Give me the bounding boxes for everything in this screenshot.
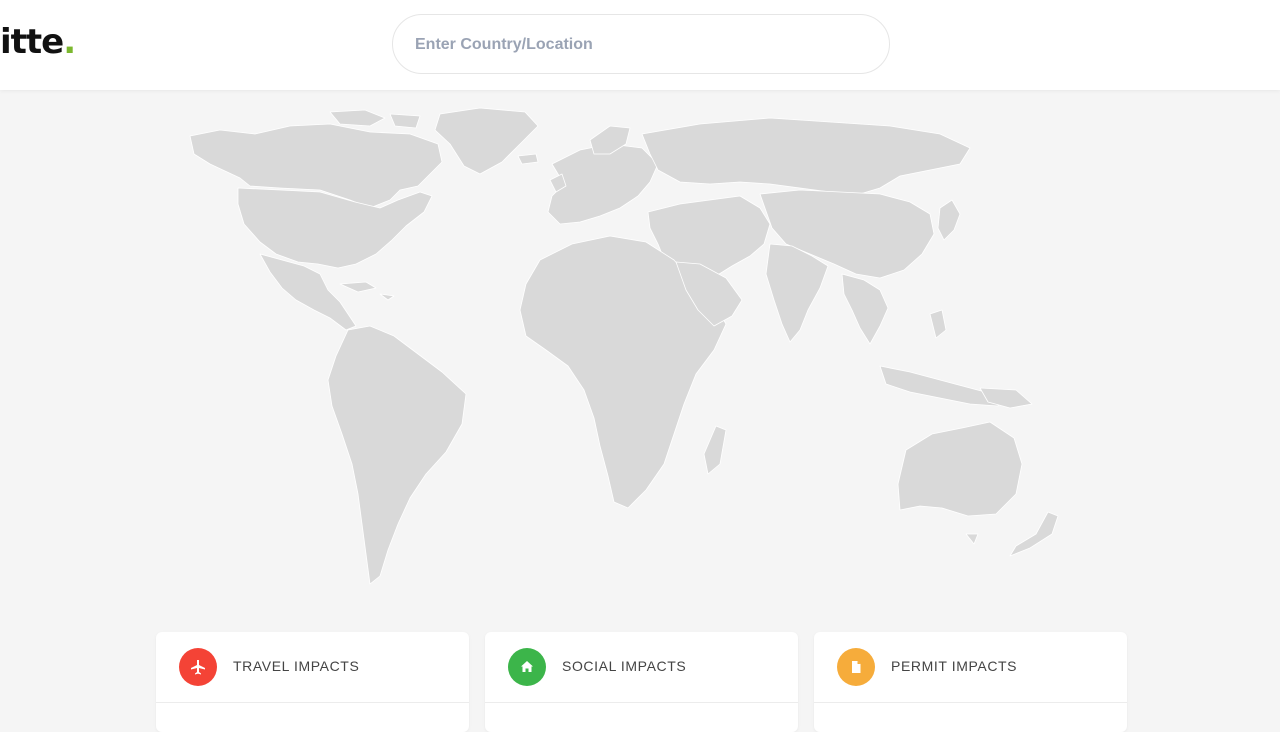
- travel-impacts-card[interactable]: TRAVEL IMPACTS: [156, 632, 469, 732]
- map-region-south-america: [327, 325, 467, 585]
- impact-cards: TRAVEL IMPACTS SOCIAL IMPACTS PERMIT IMP…: [0, 632, 1280, 732]
- permit-impacts-card[interactable]: PERMIT IMPACTS: [814, 632, 1127, 732]
- card-header: SOCIAL IMPACTS: [485, 632, 798, 703]
- map-region-russia: [641, 117, 971, 195]
- world-map[interactable]: [180, 104, 1110, 594]
- map-region-japan: [937, 199, 961, 241]
- map-region-australia: [897, 421, 1023, 517]
- card-title: SOCIAL IMPACTS: [562, 658, 687, 674]
- map-region-caribbean: [339, 281, 395, 301]
- home-icon: [508, 648, 546, 686]
- map-region-southeast-asia: [841, 273, 889, 345]
- social-impacts-card[interactable]: SOCIAL IMPACTS: [485, 632, 798, 732]
- map-region-tasmania: [965, 533, 979, 545]
- map-region-iceland: [517, 153, 539, 165]
- logo-text: itte: [0, 22, 64, 62]
- search-box[interactable]: [392, 14, 890, 75]
- airplane-icon: [179, 648, 217, 686]
- map-region-india: [765, 243, 829, 343]
- card-header: PERMIT IMPACTS: [814, 632, 1127, 703]
- map-region-madagascar: [703, 425, 727, 475]
- card-title: TRAVEL IMPACTS: [233, 658, 360, 674]
- logo-dot: .: [63, 22, 76, 62]
- search-input[interactable]: [413, 15, 867, 75]
- map-region-new-zealand: [1009, 511, 1059, 557]
- document-icon: [837, 648, 875, 686]
- map-region-arctic-islands: [329, 109, 421, 129]
- top-bar: itte.: [0, 0, 1280, 90]
- card-title: PERMIT IMPACTS: [891, 658, 1018, 674]
- map-region-indonesia: [879, 365, 1001, 407]
- logo[interactable]: itte.: [0, 20, 76, 64]
- map-region-philippines: [929, 309, 947, 339]
- card-header: TRAVEL IMPACTS: [156, 632, 469, 703]
